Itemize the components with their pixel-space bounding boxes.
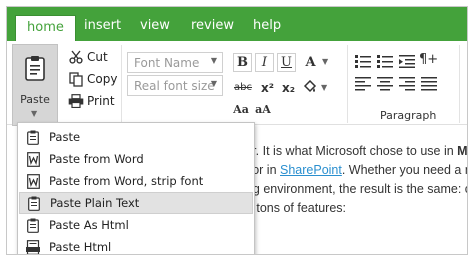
font-name-select[interactable]: Font Name ▼ [127,52,223,73]
content-line: ditor in SharePoint. Whether you need a … [239,163,468,177]
menu-item-label: Paste [49,130,81,144]
paste-button[interactable]: Paste ▼ [12,44,58,126]
font-name-placeholder: Font Name [134,56,200,70]
outdent-icon[interactable] [399,54,417,70]
paragraph-group-label: Paragraph [380,109,437,122]
paste-label: Paste [20,93,50,106]
chevron-down-icon: ▼ [210,56,217,65]
tab-review[interactable]: review [191,18,234,33]
ribbon-separator [347,45,348,123]
clipboard-icon [25,216,41,234]
editor-frame: home insert view review help Paste ▼ Cut… [6,6,468,255]
ribbon-home: Paste ▼ Cut Copy Print Font Name ▼ Real … [7,41,467,126]
tab-home[interactable]: home [15,15,76,42]
sharepoint-link[interactable]: SharePoint [280,163,342,177]
content-line: itor. It is what Microsoft chose to use … [239,144,468,158]
content-text: itor. It is what Microsoft chose to use … [239,144,458,158]
content-text: ring environment, the result is the same… [239,182,468,196]
clipboard-icon [26,194,42,212]
menu-item-label: Paste Plain Text [50,196,140,210]
align-right-icon[interactable] [399,77,417,93]
cut-label: Cut [87,50,108,64]
menu-item-label: Paste As Html [49,218,129,232]
chevron-down-icon[interactable]: ▼ [322,57,328,66]
ribbon-tab-strip: home insert view review help [7,7,467,42]
superscript-button[interactable]: x² [258,78,277,97]
cut-button[interactable]: Cut [67,49,108,65]
strikethrough-button[interactable]: abc [232,78,254,97]
printer-icon [67,93,85,109]
tab-view[interactable]: view [140,18,170,33]
bold-button[interactable]: B [233,53,252,72]
menu-item-paste-from-word-strip-font[interactable]: Paste from Word, strip font [19,170,253,192]
bullet-list-icon[interactable] [355,54,373,70]
menu-item-label: Paste from Word, strip font [49,174,204,188]
ribbon-separator [121,45,122,123]
print-label: Print [87,94,115,108]
chevron-down-icon: ▼ [210,79,217,88]
ribbon-separator [459,45,460,123]
paste-options-menu: Paste Paste from Word Paste from Word, s… [17,122,255,254]
chevron-down-icon[interactable]: ▼ [31,109,37,118]
copy-label: Copy [87,72,118,86]
show-formatting-icon[interactable]: ¶+ [419,52,438,68]
subscript-button[interactable]: x₂ [279,78,298,97]
menu-item-paste-html[interactable]: Paste Html [19,236,253,254]
content-line: nd tons of features: [239,201,346,215]
menu-item-paste-as-html[interactable]: Paste As Html [19,214,253,236]
menu-item-paste-from-word[interactable]: Paste from Word [19,148,253,170]
font-size-placeholder: Real font size [134,79,215,93]
shrink-font-button[interactable]: aA [253,100,273,119]
align-center-icon[interactable] [377,77,395,93]
highlight-color-icon[interactable] [303,79,317,97]
tab-insert[interactable]: insert [84,18,121,33]
clipboard-icon [25,128,41,146]
copy-button[interactable]: Copy [67,71,117,87]
content-line: ring environment, the result is the same… [239,182,468,196]
content-bold-text: M [457,144,468,158]
chevron-down-icon[interactable]: ▼ [321,83,327,92]
menu-item-label: Paste from Word [49,152,144,166]
print-button[interactable]: Print [67,93,115,109]
justify-icon[interactable] [421,77,439,93]
font-color-label: A [305,55,316,70]
word-icon [25,150,41,168]
underline-button[interactable]: U [277,53,296,72]
menu-item-paste-plain-text[interactable]: Paste Plain Text [19,192,253,214]
menu-item-paste[interactable]: Paste [19,126,253,148]
grow-font-button[interactable]: Aa [231,100,251,119]
tab-help[interactable]: help [253,18,281,33]
align-left-icon[interactable] [355,77,373,93]
italic-button[interactable]: I [255,53,274,72]
content-text: nd tons of features: [239,201,347,215]
numbered-list-icon[interactable] [377,54,395,70]
html-icon [25,238,41,254]
word-icon [25,172,41,190]
scissors-icon [67,49,85,65]
menu-item-label: Paste Html [49,240,112,254]
font-color-button[interactable]: A [301,53,320,72]
content-text: . Whether you need a m [341,163,468,177]
font-size-select[interactable]: Real font size ▼ [127,75,223,96]
clipboard-icon [25,55,45,84]
copy-icon [67,71,85,87]
